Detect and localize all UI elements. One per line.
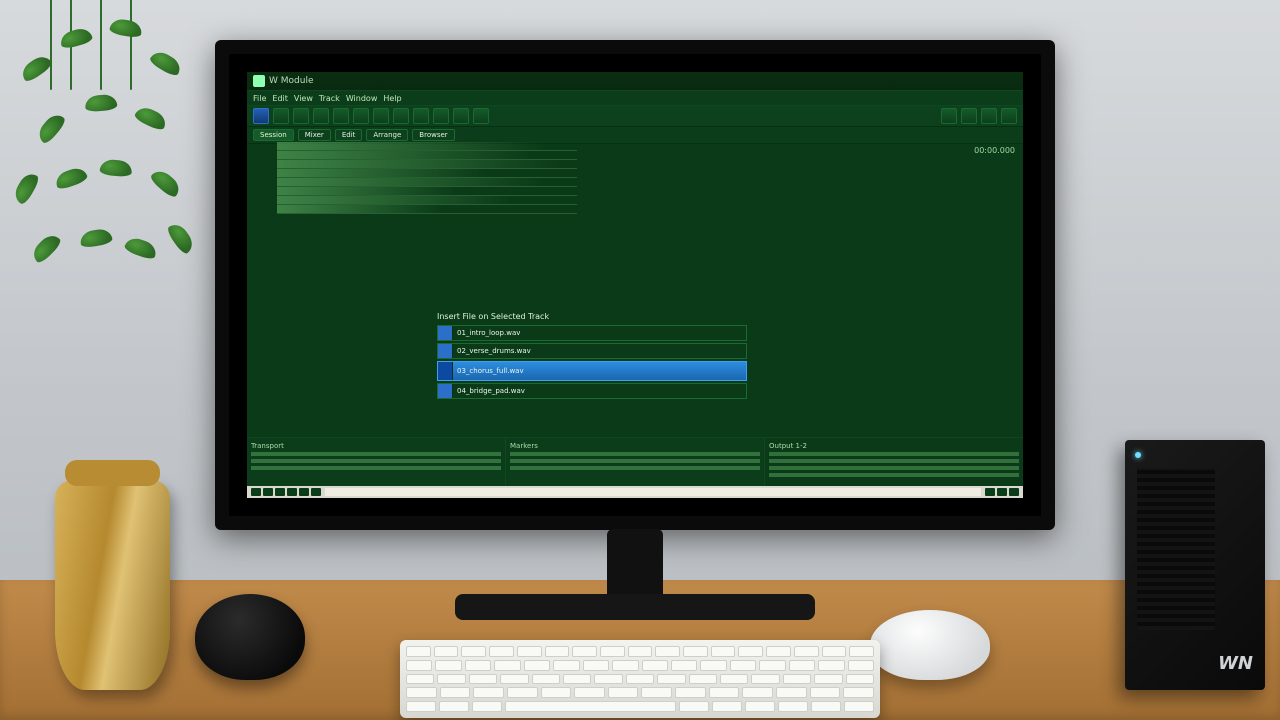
toolbar-button[interactable]: [413, 108, 429, 124]
monitor-bezel: W Module File Edit View Track Window Hel…: [229, 54, 1041, 516]
taskbar-icon[interactable]: [287, 488, 297, 496]
tab-edit[interactable]: Edit: [335, 129, 363, 141]
menu-file[interactable]: File: [253, 94, 266, 103]
taskbar-spacer: [325, 488, 981, 496]
popup-header: Insert File on Selected Track: [437, 312, 747, 321]
popup-item[interactable]: 01_intro_loop.wav: [437, 325, 747, 341]
pc-tower: WN: [1125, 440, 1265, 690]
toolbar-button[interactable]: [253, 108, 269, 124]
plant: [0, 0, 230, 420]
insert-file-popup[interactable]: Insert File on Selected Track 01_intro_l…: [437, 312, 747, 401]
popup-item[interactable]: 04_bridge_pad.wav: [437, 383, 747, 399]
popup-item-selected[interactable]: 03_chorus_full.wav: [437, 361, 747, 381]
taskbar-icon[interactable]: [275, 488, 285, 496]
taskbar-icon[interactable]: [311, 488, 321, 496]
keyboard: [400, 640, 880, 718]
titlebar[interactable]: W Module: [247, 72, 1023, 91]
toolbar-button[interactable]: [333, 108, 349, 124]
menu-help[interactable]: Help: [383, 94, 401, 103]
toolbar-button[interactable]: [941, 108, 957, 124]
toolbar-button[interactable]: [313, 108, 329, 124]
mouse-white: [870, 610, 990, 680]
timecode-readout: 00:00.000: [974, 146, 1015, 155]
tray-icon[interactable]: [997, 488, 1007, 496]
toolbar-button[interactable]: [961, 108, 977, 124]
start-button[interactable]: [251, 488, 261, 496]
menu-edit[interactable]: Edit: [272, 94, 288, 103]
taskbar-icon[interactable]: [263, 488, 273, 496]
toolbar-button[interactable]: [473, 108, 489, 124]
workspace: 00:00.000 Insert File on Selected Track: [247, 142, 1023, 438]
toolbar-button[interactable]: [393, 108, 409, 124]
app-logo-icon: [253, 75, 265, 87]
menu-window[interactable]: Window: [346, 94, 378, 103]
toolbar-button[interactable]: [433, 108, 449, 124]
monitor: W Module File Edit View Track Window Hel…: [215, 40, 1055, 530]
panel-label: Transport: [251, 442, 501, 450]
file-icon: [438, 362, 453, 380]
toolbar-button[interactable]: [373, 108, 389, 124]
toolbar-button[interactable]: [353, 108, 369, 124]
mouse-black: [195, 594, 305, 680]
tab-session[interactable]: Session: [253, 129, 294, 141]
menubar[interactable]: File Edit View Track Window Help: [247, 91, 1023, 105]
file-icon: [438, 326, 453, 340]
file-icon: [438, 344, 453, 358]
monitor-stand-base: [455, 594, 815, 620]
menu-track[interactable]: Track: [319, 94, 340, 103]
tower-vents: [1137, 468, 1215, 630]
window-title: W Module: [269, 76, 314, 86]
popup-item[interactable]: 02_verse_drums.wav: [437, 343, 747, 359]
tray-icon[interactable]: [985, 488, 995, 496]
app-window: W Module File Edit View Track Window Hel…: [247, 72, 1023, 498]
track-list[interactable]: [277, 142, 577, 214]
photo-scene: W Module File Edit View Track Window Hel…: [0, 0, 1280, 720]
panel-label: Output 1-2: [769, 442, 1019, 450]
power-led-icon: [1135, 452, 1141, 458]
monitor-stand-neck: [607, 529, 663, 595]
tab-browser[interactable]: Browser: [412, 129, 454, 141]
tab-mixer[interactable]: Mixer: [298, 129, 331, 141]
tab-arrange[interactable]: Arrange: [366, 129, 408, 141]
vase: [55, 480, 170, 690]
menu-view[interactable]: View: [294, 94, 313, 103]
tray-icon[interactable]: [1009, 488, 1019, 496]
toolbar-button[interactable]: [981, 108, 997, 124]
os-taskbar[interactable]: [247, 486, 1023, 498]
toolbar-button[interactable]: [293, 108, 309, 124]
tower-brand: WN: [1218, 653, 1253, 674]
toolbar-button[interactable]: [453, 108, 469, 124]
toolbar-button[interactable]: [273, 108, 289, 124]
toolbar: [247, 105, 1023, 127]
file-icon: [438, 384, 453, 398]
panel-label: Markers: [510, 442, 760, 450]
toolbar-button[interactable]: [1001, 108, 1017, 124]
taskbar-icon[interactable]: [299, 488, 309, 496]
